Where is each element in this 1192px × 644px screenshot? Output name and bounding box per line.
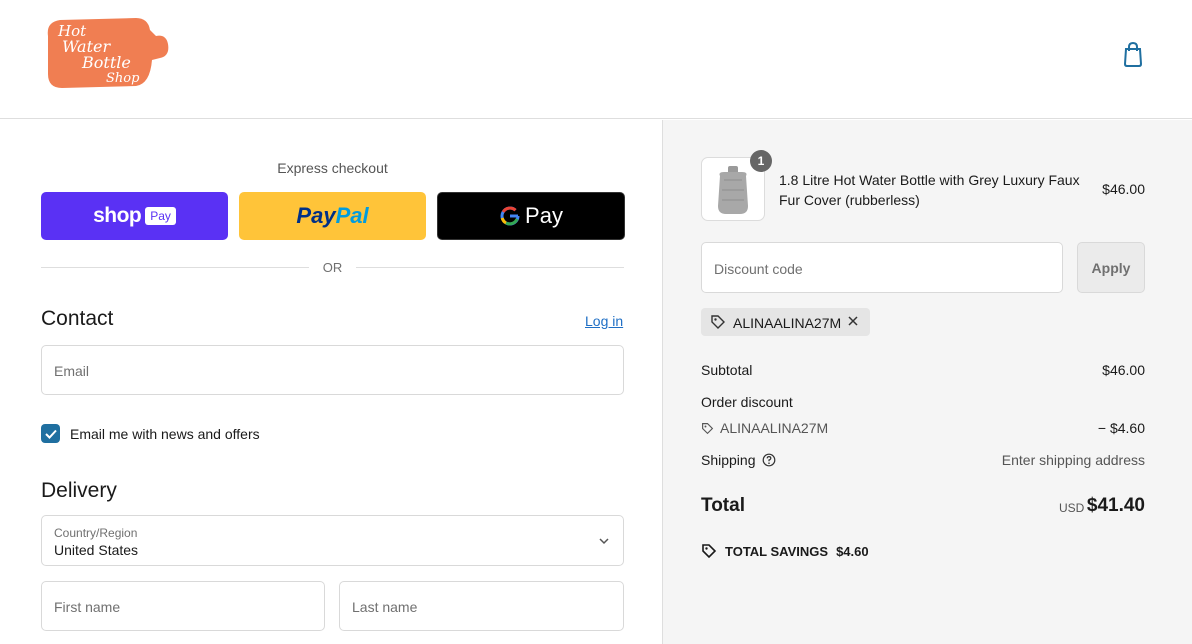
discount-code-text: ALINAALINA27M [720, 420, 829, 436]
close-icon[interactable] [846, 314, 860, 328]
order-discount-label: Order discount [701, 394, 793, 410]
paypal-button[interactable]: Pay Pal [239, 192, 426, 240]
tag-icon [711, 315, 725, 329]
applied-discount-tag: ALINAALINA27M [701, 308, 870, 336]
applied-discount-code: ALINAALINA27M [733, 315, 842, 331]
chevron-down-icon [599, 538, 609, 545]
quantity-badge: 1 [750, 150, 772, 172]
savings-value: $4.60 [836, 543, 869, 559]
logo-line-3: Bottle [81, 53, 131, 72]
google-pay-button[interactable]: Pay [437, 192, 625, 240]
product-price: $46.00 [1102, 181, 1145, 197]
newsletter-checkbox[interactable] [41, 424, 60, 443]
cart-button[interactable] [1120, 40, 1146, 68]
email-placeholder: Email [54, 363, 90, 379]
express-checkout-label: Express checkout [277, 160, 388, 176]
or-divider: OR [41, 259, 624, 277]
total-savings: TOTAL SAVINGS $4.60 [701, 543, 869, 559]
total-currency: USD [1059, 501, 1085, 515]
total-label: Total [701, 495, 745, 516]
apply-discount-button[interactable]: Apply [1077, 242, 1145, 293]
email-field[interactable]: Email [41, 345, 624, 395]
first-name-field[interactable]: First name [41, 581, 325, 631]
last-name-placeholder: Last name [352, 599, 418, 615]
total-value: $41.40 [1086, 495, 1145, 516]
discount-amount: − $4.60 [1097, 420, 1145, 436]
shop-pay-button[interactable]: shop Pay [41, 192, 228, 240]
shop-pay-badge: Pay [145, 207, 176, 225]
country-select[interactable]: Country/Region United States [41, 515, 624, 566]
savings-tag-icon [702, 544, 717, 559]
login-link[interactable]: Log in [585, 313, 623, 329]
site-header: Hot Water Bottle Shop [0, 0, 1192, 119]
google-pay-text: Pay [525, 203, 563, 228]
discount-code-input[interactable]: Discount code [701, 242, 1063, 293]
tag-icon [702, 422, 714, 434]
subtotal-value: $46.00 [1102, 362, 1145, 378]
shop-pay-text: shop [93, 204, 142, 227]
shipping-value: Enter shipping address [1001, 452, 1145, 468]
discount-code-line: ALINAALINA27M [701, 420, 828, 436]
product-name: 1.8 Litre Hot Water Bottle with Grey Lux… [779, 172, 1080, 208]
paypal-text-b: Pal [335, 203, 369, 228]
first-name-placeholder: First name [54, 599, 121, 615]
help-icon[interactable] [762, 453, 776, 467]
country-value: United States [54, 542, 139, 558]
last-name-field[interactable]: Last name [339, 581, 624, 631]
shipping-line: Shipping [701, 452, 776, 468]
savings-label: TOTAL SAVINGS [725, 543, 829, 559]
delivery-heading: Delivery [41, 479, 117, 502]
shopping-bag-icon [1123, 41, 1143, 67]
contact-heading: Contact [41, 307, 114, 330]
google-g-icon [500, 206, 520, 226]
or-text: OR [322, 260, 343, 275]
subtotal-label: Subtotal [701, 362, 753, 378]
checkmark-icon [44, 429, 57, 439]
shipping-label: Shipping [701, 452, 756, 468]
logo-line-4: Shop [106, 71, 140, 86]
shop-logo[interactable]: Hot Water Bottle Shop [44, 14, 170, 92]
discount-placeholder: Discount code [714, 261, 803, 277]
newsletter-label: Email me with news and offers [70, 426, 260, 442]
paypal-text-a: Pay [296, 203, 336, 228]
country-label: Country/Region [54, 526, 138, 540]
